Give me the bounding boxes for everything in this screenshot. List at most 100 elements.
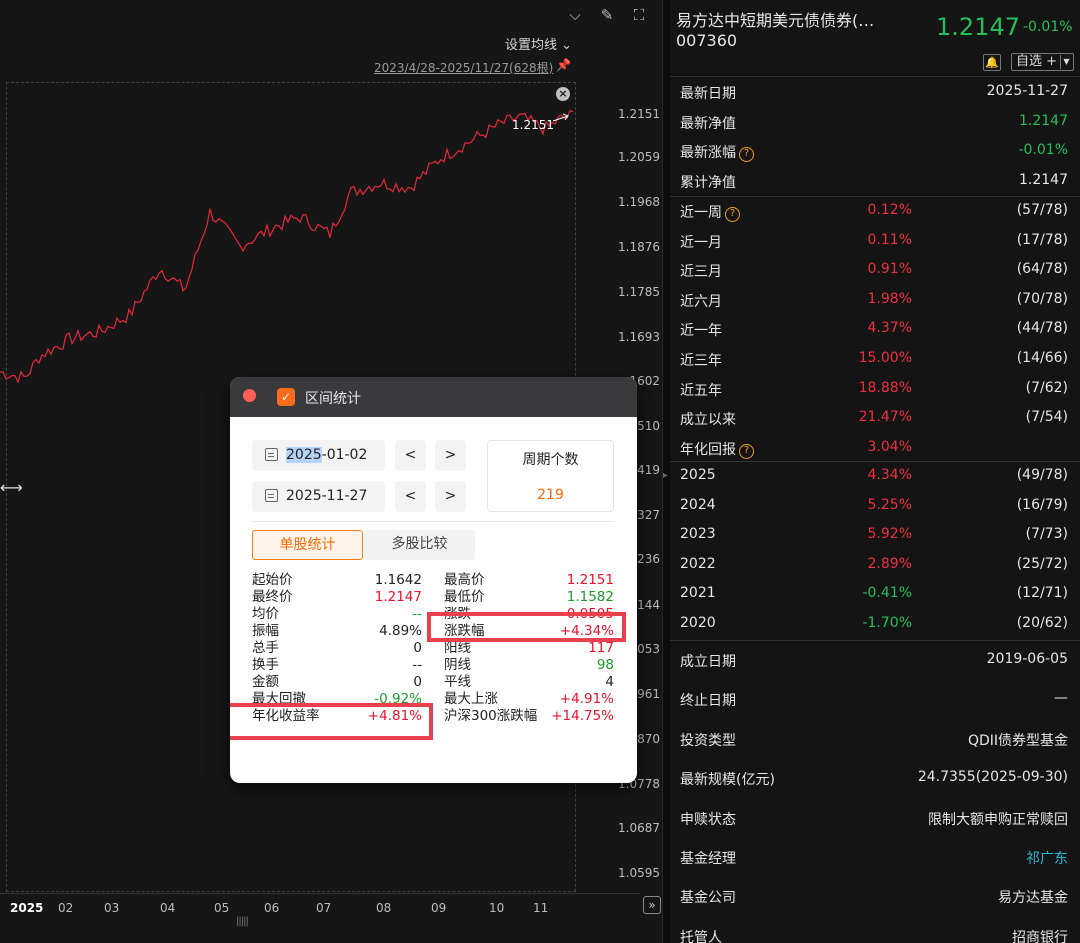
fund-manager-link[interactable]: 祁广东 [1026, 848, 1068, 868]
row-label-text: 近六月 [680, 293, 722, 310]
row-value: — [1054, 690, 1068, 707]
rank-value: (17/78) [1016, 231, 1068, 248]
periods-row[interactable]: 近一周? 0.12% (57/78) [670, 197, 1080, 226]
years-row[interactable]: 2022 2.89% (25/72) [670, 551, 1080, 580]
row-value: QDII债券型基金 [967, 732, 1068, 749]
stat-label: 平线 [444, 674, 471, 690]
years-row[interactable]: 2024 5.25% (16/79) [670, 492, 1080, 521]
row-label: 2021 [680, 585, 716, 601]
row-label: 最新涨幅? [680, 142, 754, 162]
row-value: 1.2147 [1019, 171, 1068, 188]
add-watchlist-button[interactable]: 自选 + ▼ [1011, 53, 1074, 71]
row-label: 申赎状态 [680, 811, 736, 828]
start-date-year: 2025 [286, 447, 322, 463]
start-prev-button[interactable]: < [395, 440, 426, 471]
row-label-text: 近一年 [680, 323, 722, 340]
chevron-down-icon[interactable]: ▼ [1060, 55, 1072, 69]
row-label-text: 2024 [680, 496, 716, 513]
row-label-text: 近三月 [680, 264, 722, 281]
stat-value: 0 [413, 640, 422, 656]
end-date-value: 2025-11-27 [286, 488, 368, 504]
price-series-line [0, 109, 574, 384]
row-value: -0.01% [1018, 142, 1068, 158]
start-date-field[interactable]: 2025-01-02 [252, 440, 385, 471]
scroll-grip-icon[interactable]: ||||| [236, 916, 249, 927]
period-count-box: 周期个数 219 [487, 440, 614, 512]
stat-label: 振幅 [252, 623, 279, 639]
row-label: 近三月 [680, 261, 722, 281]
stat-value: 117 [588, 640, 614, 656]
bell-icon[interactable]: 🔔 [983, 54, 1001, 71]
years-row[interactable]: 2021 -0.41% (12/71) [670, 580, 1080, 609]
y-tick-label: 1.1785 [618, 285, 660, 299]
return-pct: 21.47% [858, 409, 912, 426]
help-icon[interactable]: ? [739, 147, 754, 162]
periods-row[interactable]: 近一月 0.11% (17/78) [670, 227, 1080, 256]
return-pct: 0.12% [867, 202, 912, 218]
calendar-icon [265, 489, 278, 502]
return-pct: 0.91% [867, 261, 912, 278]
tab-multi-compare[interactable]: 多股比较 [364, 530, 475, 560]
periods-row[interactable]: 年化回报? 3.04% [670, 434, 1080, 463]
close-window-button[interactable] [243, 389, 256, 402]
stat-value: 1.1582 [566, 589, 614, 605]
row-label: 托管人 [680, 929, 722, 943]
periods-row[interactable]: 成立以来 21.47% (7/54) [670, 404, 1080, 433]
return-pct: 3.04% [867, 438, 912, 455]
row-label: 年化回报? [680, 439, 754, 459]
row-label-text: 2020 [680, 615, 716, 631]
x-tick-label: 03 [104, 901, 120, 915]
x-tick-label: 10 [489, 901, 505, 915]
row-label: 2025 [680, 467, 716, 483]
highlight-change-pct-box [427, 612, 626, 642]
periods-row[interactable]: 近六月 1.98% (70/78) [670, 286, 1080, 315]
resize-horizontal-icon[interactable]: ⟷ [0, 478, 23, 497]
rank-value: (20/62) [1016, 615, 1068, 631]
row-label-text: 近五年 [680, 382, 722, 399]
return-pct: 18.88% [858, 379, 912, 396]
periods-row[interactable]: 近五年 18.88% (7/62) [670, 375, 1080, 404]
help-icon[interactable]: ? [739, 443, 754, 459]
years-row[interactable]: 2023 5.92% (7/73) [670, 521, 1080, 550]
end-date-field[interactable]: 2025-11-27 [252, 481, 385, 512]
years-row[interactable]: 2020 -1.70% (20/62) [670, 610, 1080, 639]
stat-value: 4 [605, 674, 614, 690]
periods-row[interactable]: 近一年 4.37% (44/78) [670, 315, 1080, 344]
periods-row[interactable]: 近三月 0.91% (64/78) [670, 256, 1080, 285]
end-next-button[interactable]: > [435, 481, 466, 512]
row-label: 投资类型 [680, 732, 736, 749]
tab-single-stock[interactable]: 单股统计 [252, 530, 363, 560]
x-tick-label: 06 [264, 901, 280, 915]
stat-value: 1.2147 [374, 589, 422, 605]
periods-row[interactable]: 近三年 15.00% (14/66) [670, 345, 1080, 374]
info-row: 最新规模(亿元) 24.7355(2025-09-30) [670, 759, 1080, 797]
stat-label: 最大上涨 [444, 691, 498, 707]
dialog-titlebar[interactable]: ✓ 区间统计 [230, 377, 637, 417]
fund-name[interactable]: 易方达中短期美元债债券(… [676, 7, 874, 31]
x-tick-label: 08 [376, 901, 392, 915]
rank-value: (64/78) [1016, 261, 1068, 278]
divider-grip-icon[interactable]: ▸ [663, 470, 669, 500]
stat-label: 金额 [252, 674, 279, 690]
end-prev-button[interactable]: < [395, 481, 426, 512]
dialog-title: 区间统计 [305, 391, 361, 407]
scroll-right-button[interactable]: » [643, 896, 661, 914]
start-next-button[interactable]: > [435, 440, 466, 471]
row-label-text: 2021 [680, 585, 716, 602]
row-label: 基金经理 [680, 851, 736, 867]
period-count-label: 周期个数 [522, 452, 579, 468]
rank-value: (49/78) [1016, 467, 1068, 483]
return-pct: -1.70% [862, 615, 912, 631]
row-label: 近一年 [680, 320, 722, 340]
interval-stats-dialog: ✓ 区间统计 2025-01-02 < > 2025-11-27 < > 周期个… [230, 377, 637, 783]
fund-code: 007360 [676, 31, 738, 50]
help-icon[interactable]: ? [725, 207, 740, 222]
stat-label: 阳线 [444, 640, 471, 656]
row-label: 近一月 [680, 232, 722, 252]
return-pct: 5.25% [867, 496, 912, 513]
return-pct: 5.92% [867, 526, 912, 543]
row-label-text: 最新日期 [680, 86, 736, 102]
years-row[interactable]: 2025 4.34% (49/78) [670, 462, 1080, 491]
y-tick-label: 1.2151 [618, 107, 660, 121]
latest-row: 最新净值 1.2147 [670, 108, 1080, 137]
